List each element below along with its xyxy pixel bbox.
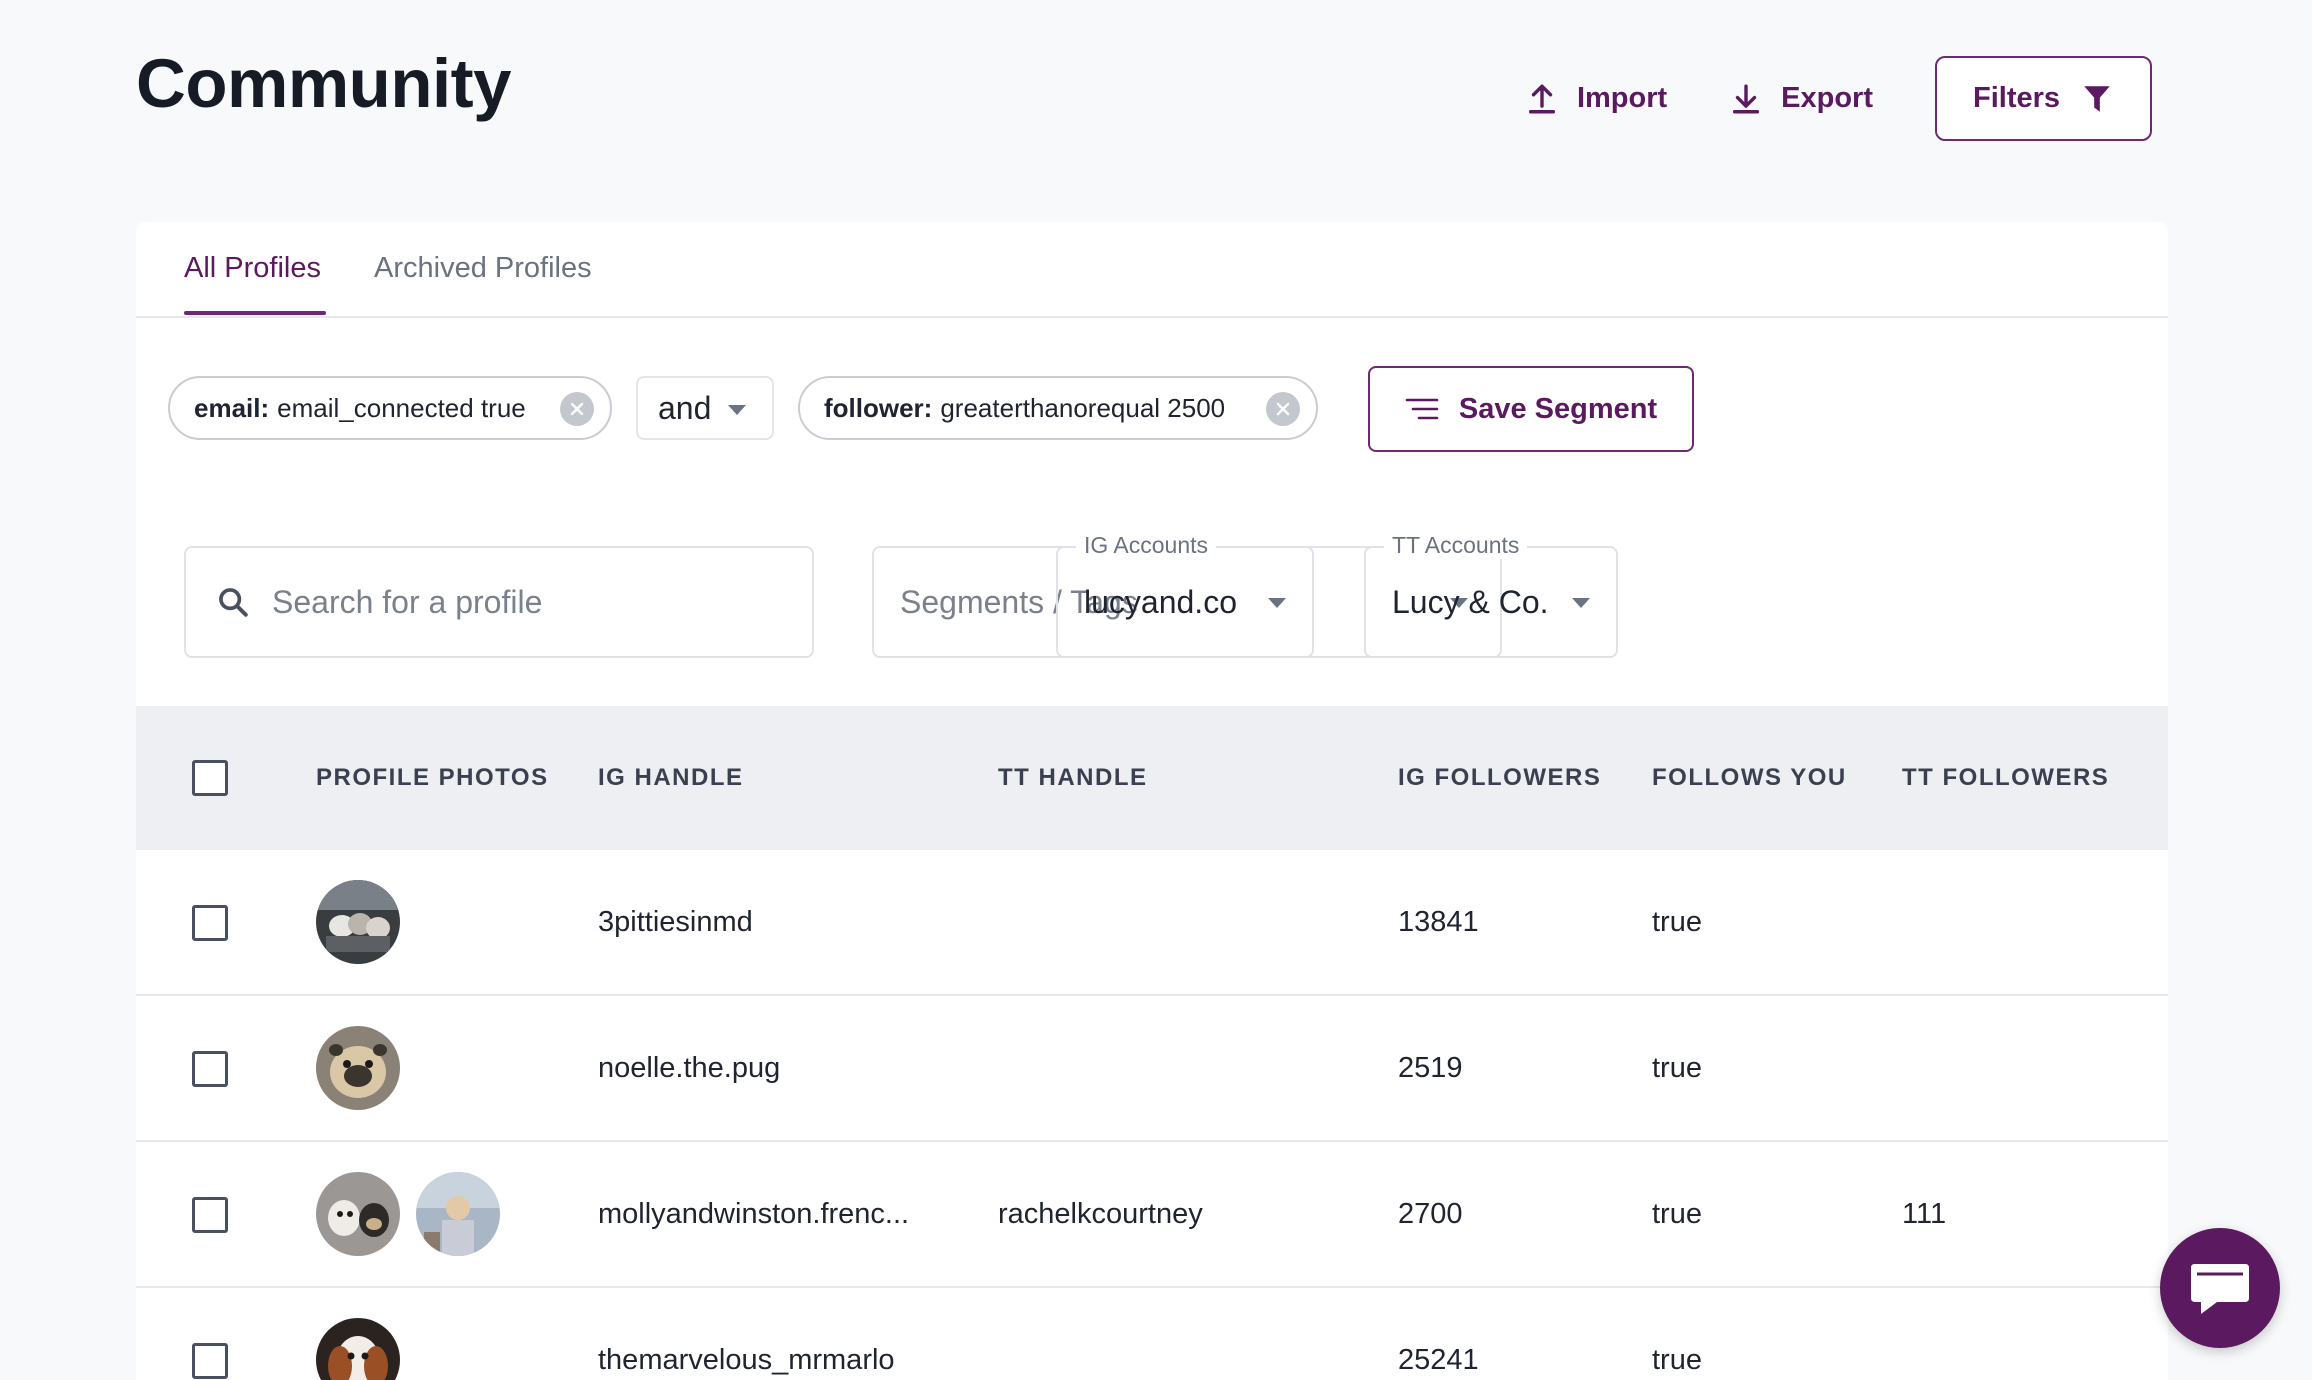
select-all-checkbox[interactable] [192, 760, 228, 796]
filter-chip-email: email: email_connected true [168, 376, 612, 440]
import-label: Import [1576, 82, 1668, 114]
row-checkbox[interactable] [192, 1197, 228, 1233]
row-checkbox[interactable] [192, 905, 228, 941]
chevron-down-icon [728, 405, 746, 415]
table-header: PROFILE PHOTOS IG HANDLE TT HANDLE IG FO… [136, 706, 2168, 850]
search-icon [219, 588, 248, 617]
chat-launcher-button[interactable] [2160, 1228, 2280, 1348]
row-checkbox[interactable] [192, 1343, 228, 1379]
table-row[interactable]: noelle.the.pug 2519 true [136, 996, 2168, 1142]
tt-handle[interactable]: rachelkcourtney [998, 1198, 1203, 1231]
avatar [416, 1172, 500, 1256]
save-segment-button[interactable]: Save Segment [1368, 366, 1694, 452]
chevron-down-icon [1572, 598, 1590, 608]
col-ig-handle[interactable]: IG HANDLE [598, 764, 744, 792]
ig-handle[interactable]: mollyandwinston.frenc... [598, 1198, 909, 1231]
export-button[interactable]: Export [1729, 82, 1873, 116]
chat-bubble-icon [2191, 1264, 2249, 1314]
list-icon [1405, 398, 1439, 420]
page-title: Community [136, 45, 512, 122]
col-follows-you[interactable]: FOLLOWS YOU [1652, 764, 1847, 792]
filters-button[interactable]: Filters [1935, 56, 2152, 141]
table-row[interactable]: themarvelous_mrmarlo 25241 true [136, 1288, 2168, 1380]
tt-followers: 111 [1902, 1198, 1947, 1230]
ig-handle[interactable]: themarvelous_mrmarlo [598, 1344, 895, 1377]
follows-you: true [1652, 1052, 1702, 1084]
ig-followers: 2700 [1398, 1198, 1463, 1230]
search-input[interactable] [272, 583, 772, 621]
follows-you: true [1652, 1344, 1702, 1376]
table-row[interactable]: mollyandwinston.frenc... rachelkcourtney… [136, 1142, 2168, 1288]
col-ig-followers[interactable]: IG FOLLOWERS [1398, 764, 1601, 792]
active-tab-indicator [184, 311, 326, 315]
ig-accounts-value: lucyand.co [1084, 583, 1237, 620]
table-row[interactable]: 3pittiesinmd 13841 true [136, 850, 2168, 996]
chip-value: greaterthanorequal 2500 [940, 392, 1226, 423]
col-profile-photos[interactable]: PROFILE PHOTOS [316, 764, 549, 792]
col-tt-followers[interactable]: TT FOLLOWERS [1902, 764, 2109, 792]
top-actions: Import Export Filters [1525, 56, 2152, 141]
ig-followers: 2519 [1398, 1052, 1463, 1084]
profiles-card: All Profiles Archived Profiles email: em… [136, 222, 2168, 1380]
profile-tabs: All Profiles Archived Profiles [136, 222, 2168, 318]
avatar [316, 1318, 400, 1380]
tt-accounts-select[interactable]: TT Accounts Lucy & Co. [1364, 532, 1618, 658]
avatar [316, 1172, 400, 1256]
chevron-down-icon [1268, 598, 1286, 608]
filters-label: Filters [1972, 82, 2061, 114]
avatar [316, 880, 400, 964]
follows-you: true [1652, 1198, 1702, 1230]
remove-chip-icon[interactable] [1266, 392, 1300, 426]
tt-accounts-label: TT Accounts [1384, 532, 1528, 559]
tab-archived-profiles[interactable]: Archived Profiles [374, 252, 592, 285]
download-icon [1733, 84, 1760, 113]
follows-you: true [1652, 906, 1702, 938]
ig-handle[interactable]: noelle.the.pug [598, 1052, 780, 1085]
filter-chip-follower: follower: greaterthanorequal 2500 [798, 376, 1318, 440]
remove-chip-icon[interactable] [560, 392, 594, 426]
operator-value: and [658, 389, 712, 426]
row-checkbox[interactable] [192, 1051, 228, 1087]
avatar [316, 1026, 400, 1110]
chip-key: email: [194, 392, 270, 423]
chip-key: follower: [824, 392, 933, 423]
upload-icon [1528, 84, 1555, 113]
chip-value: email_connected true [277, 392, 526, 423]
tab-all-profiles[interactable]: All Profiles [184, 252, 321, 285]
ig-accounts-label: IG Accounts [1076, 532, 1217, 559]
ig-handle[interactable]: 3pittiesinmd [598, 906, 753, 939]
operator-select[interactable]: and [636, 376, 774, 440]
ig-followers: 13841 [1398, 906, 1479, 938]
save-segment-label: Save Segment [1458, 392, 1658, 425]
ig-followers: 25241 [1398, 1344, 1479, 1376]
ig-accounts-select[interactable]: IG Accounts lucyand.co [1056, 532, 1314, 658]
col-tt-handle[interactable]: TT HANDLE [998, 764, 1147, 792]
export-label: Export [1781, 82, 1873, 114]
tt-accounts-value: Lucy & Co. [1392, 583, 1549, 620]
profile-search[interactable] [184, 546, 814, 658]
import-button[interactable]: Import [1525, 82, 1667, 116]
funnel-icon [2084, 85, 2110, 112]
